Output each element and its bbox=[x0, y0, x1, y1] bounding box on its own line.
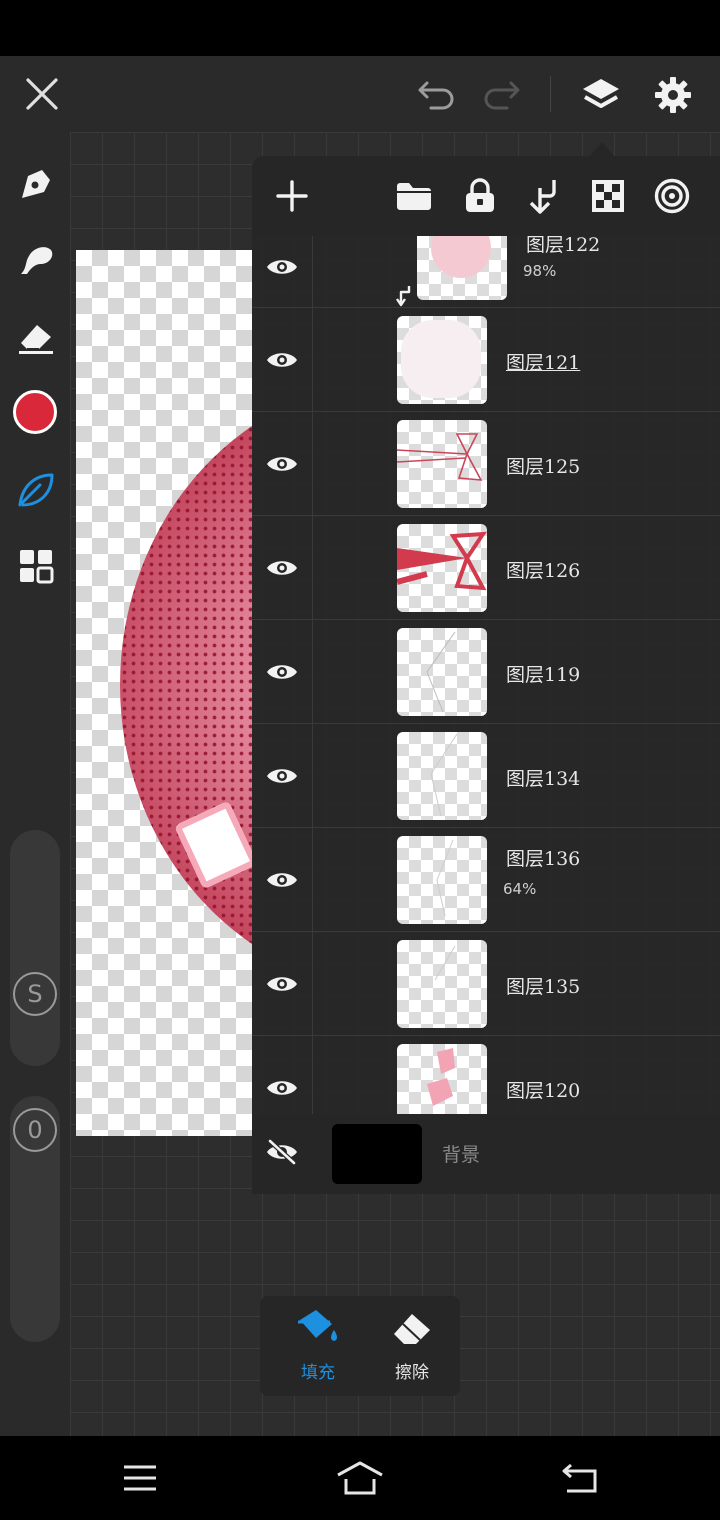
erase-tool-label: 擦除 bbox=[395, 1363, 429, 1383]
layer-name: 图层121 bbox=[506, 352, 581, 374]
leaf-brush-icon[interactable] bbox=[12, 466, 60, 514]
layer-opacity: 64% bbox=[503, 880, 537, 898]
visibility-toggle[interactable] bbox=[252, 724, 313, 828]
erase-tool-button[interactable]: 擦除 bbox=[372, 1308, 452, 1388]
gear-icon[interactable] bbox=[648, 70, 698, 120]
layer-row[interactable]: 图层126 bbox=[252, 516, 720, 620]
layers-toolbar bbox=[252, 156, 720, 236]
layer-name: 图层134 bbox=[506, 768, 581, 790]
eye-icon bbox=[267, 1081, 297, 1095]
close-icon[interactable] bbox=[18, 70, 66, 118]
eye-icon bbox=[267, 665, 297, 679]
fill-tool-button[interactable]: 填充 bbox=[278, 1308, 358, 1388]
undo-icon[interactable] bbox=[412, 72, 462, 118]
layer-thumbnail bbox=[397, 940, 487, 1028]
layer-thumbnail bbox=[397, 524, 487, 612]
eye-icon bbox=[267, 457, 297, 471]
layer-row[interactable]: 图层120 bbox=[252, 1036, 720, 1114]
layer-row[interactable]: 图层125 bbox=[252, 412, 720, 516]
eraser-tool-icon[interactable] bbox=[12, 314, 60, 362]
back-icon[interactable] bbox=[550, 1456, 610, 1500]
merge-down-icon[interactable] bbox=[520, 172, 568, 220]
visibility-toggle[interactable] bbox=[252, 932, 313, 1036]
blend-icon[interactable] bbox=[648, 172, 696, 220]
grid-tools-icon[interactable] bbox=[12, 542, 60, 590]
eye-icon bbox=[267, 353, 297, 367]
transparency-icon[interactable] bbox=[584, 172, 632, 220]
visibility-toggle[interactable] bbox=[252, 236, 313, 308]
eye-icon bbox=[267, 873, 297, 887]
eye-icon bbox=[267, 977, 297, 991]
layer-name: 图层135 bbox=[506, 976, 581, 998]
lock-icon[interactable] bbox=[456, 172, 504, 220]
redo-icon[interactable] bbox=[476, 72, 526, 118]
folder-icon[interactable] bbox=[390, 172, 438, 220]
panel-pointer bbox=[590, 142, 614, 156]
layer-row[interactable]: 图层119 bbox=[252, 620, 720, 724]
eye-icon bbox=[267, 260, 297, 274]
visibility-toggle[interactable] bbox=[252, 620, 313, 724]
menu-icon[interactable] bbox=[110, 1456, 170, 1500]
layer-name: 图层126 bbox=[506, 560, 581, 582]
paint-bucket-icon bbox=[298, 1310, 337, 1341]
layer-row[interactable]: 图层136 64% bbox=[252, 828, 720, 932]
layer-name: 图层119 bbox=[506, 664, 581, 686]
eye-icon bbox=[267, 561, 297, 575]
layer-row[interactable]: 图层135 bbox=[252, 932, 720, 1036]
color-swatch[interactable] bbox=[13, 390, 57, 434]
smudge-tool-icon[interactable] bbox=[12, 236, 60, 284]
artboard[interactable] bbox=[76, 250, 252, 1136]
eraser-icon bbox=[394, 1314, 430, 1344]
layer-list[interactable]: 图层122 98% 图层121 图层125 图层126 图层119 图层134 … bbox=[252, 236, 720, 1114]
artwork-disc bbox=[120, 380, 252, 990]
layer-name: 图层125 bbox=[506, 456, 581, 478]
toolbar-divider bbox=[550, 76, 551, 112]
background-layer-name: 背景 bbox=[442, 1144, 481, 1166]
layer-thumbnail bbox=[417, 236, 507, 300]
layer-opacity: 98% bbox=[523, 262, 557, 280]
layer-thumbnail bbox=[397, 732, 487, 820]
background-layer-row[interactable]: 背景 bbox=[252, 1114, 720, 1194]
visibility-toggle[interactable] bbox=[252, 1036, 313, 1114]
bottom-tool-popup: 填充 擦除 bbox=[260, 1296, 460, 1396]
system-nav-bar bbox=[0, 1436, 720, 1520]
layer-row[interactable]: 图层134 bbox=[252, 724, 720, 828]
layers-icon[interactable] bbox=[576, 70, 626, 120]
layer-row[interactable]: 图层122 98% bbox=[252, 236, 720, 308]
size-badge: S bbox=[13, 972, 57, 1016]
layer-name: 图层120 bbox=[506, 1080, 581, 1102]
layers-panel: 图层122 98% 图层121 图层125 图层126 图层119 图层134 … bbox=[252, 156, 720, 1194]
status-bar bbox=[0, 0, 720, 56]
home-icon[interactable] bbox=[330, 1456, 390, 1500]
visibility-toggle[interactable] bbox=[252, 516, 313, 620]
visibility-toggle[interactable] bbox=[252, 308, 313, 412]
fill-tool-label: 填充 bbox=[301, 1363, 335, 1383]
layer-thumbnail bbox=[397, 628, 487, 716]
eye-icon bbox=[267, 769, 297, 783]
layer-name: 图层122 bbox=[526, 236, 601, 256]
hidden-eye-icon[interactable] bbox=[262, 1132, 302, 1172]
visibility-toggle[interactable] bbox=[252, 828, 313, 932]
layer-row[interactable]: 图层121 bbox=[252, 308, 720, 412]
pen-tool-icon[interactable] bbox=[12, 160, 60, 208]
opacity-badge: 0 bbox=[13, 1108, 57, 1152]
size-slider[interactable] bbox=[10, 830, 60, 1066]
add-layer-icon[interactable] bbox=[268, 172, 316, 220]
visibility-toggle[interactable] bbox=[252, 412, 313, 516]
background-thumbnail bbox=[332, 1124, 422, 1184]
layer-thumbnail bbox=[397, 420, 487, 508]
layer-name: 图层136 bbox=[506, 848, 581, 870]
layer-thumbnail bbox=[397, 316, 487, 404]
layer-thumbnail bbox=[397, 1044, 487, 1114]
layer-thumbnail bbox=[397, 836, 487, 924]
